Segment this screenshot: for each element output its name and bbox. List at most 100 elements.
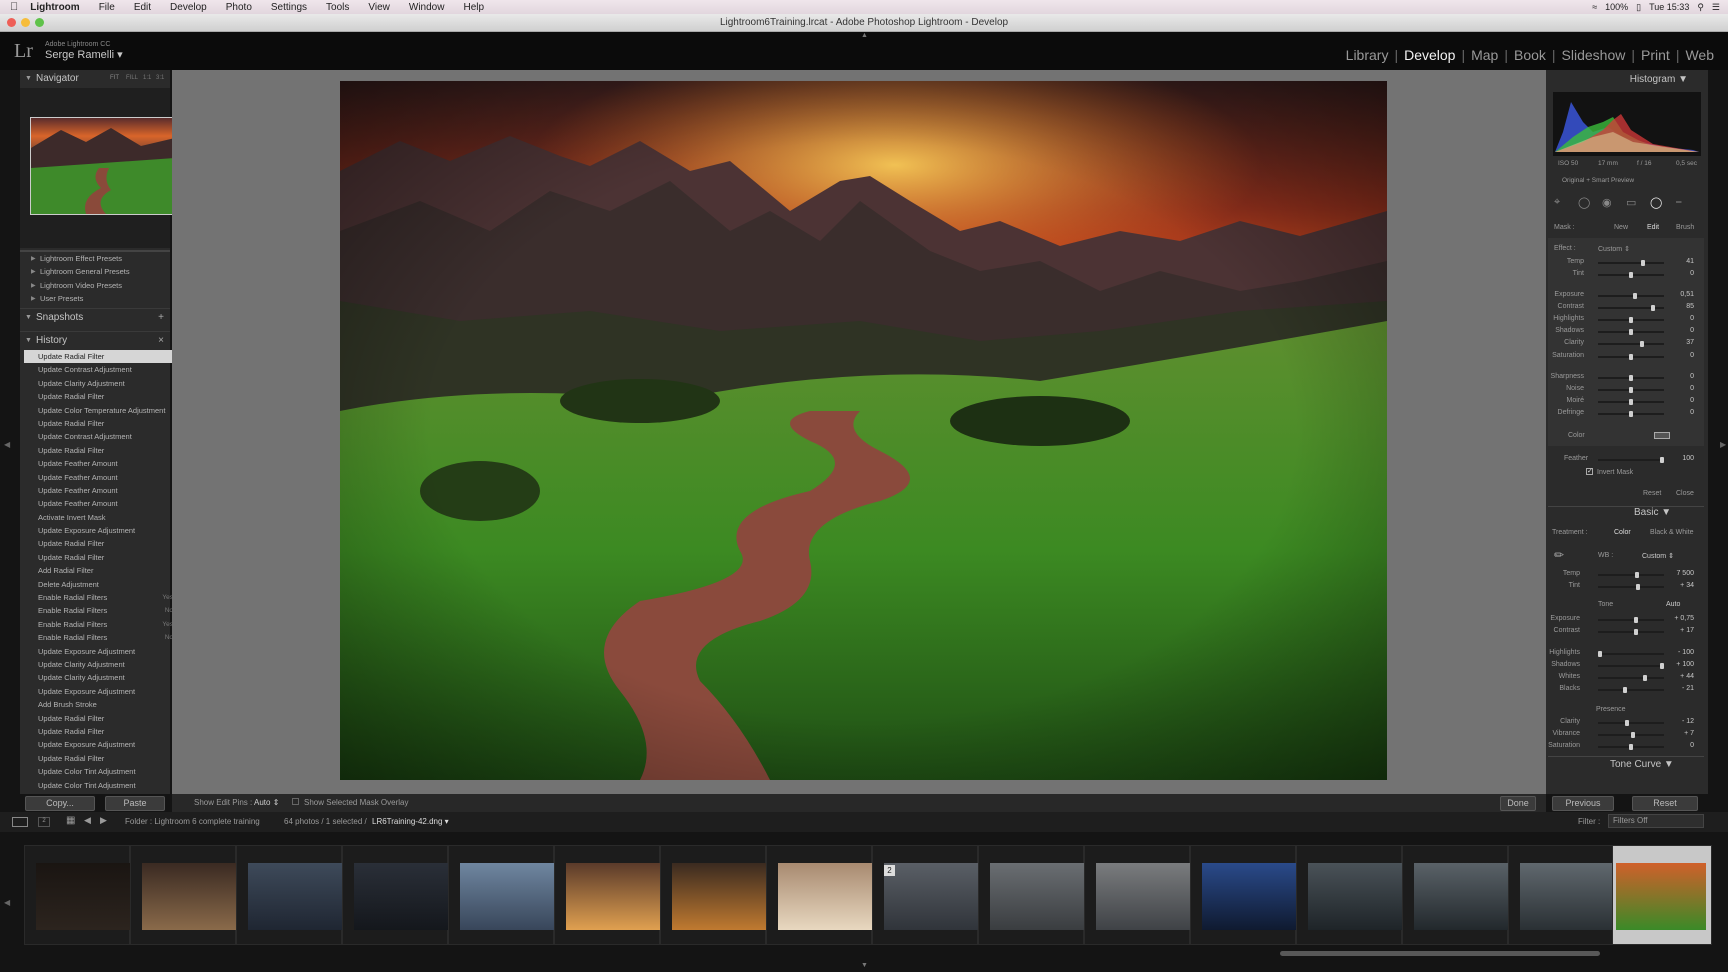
slider-value[interactable]: 0 [1654,742,1694,749]
clock[interactable]: Tue 15:33 [1649,2,1689,12]
history-item[interactable]: Enable Radial Filters Yes [24,618,181,631]
left-panel-toggle-icon[interactable]: ◀ [4,440,10,449]
treatment-bw[interactable]: Black & White [1650,529,1694,536]
filmstrip-thumbnail[interactable] [354,863,450,930]
preset-folder[interactable]: ▶ Lightroom Effect Presets [31,254,122,263]
slider-value[interactable]: + 17 [1654,627,1694,634]
history-item[interactable]: Update Exposure Adjustment [24,645,181,658]
right-panel-toggle-icon[interactable]: ▶ [1720,440,1726,449]
copy-button[interactable]: Copy... [25,796,95,811]
history-item[interactable]: Activate Invert Mask [24,511,181,524]
filmstrip-thumbnail[interactable] [142,863,238,930]
clear-history-icon[interactable]: × [158,332,164,349]
wb-eyedropper-icon[interactable]: ✏ [1554,548,1564,562]
slider-knob[interactable] [1629,744,1633,750]
filmstrip-thumbnail[interactable] [1202,863,1298,930]
tone-curve-header[interactable]: Tone Curve ▼ [1610,759,1674,770]
wifi-icon[interactable]: ≈ [1592,2,1597,12]
menu-view[interactable]: View [368,2,390,13]
filmstrip-thumbnail[interactable] [1414,863,1510,930]
slider-value[interactable]: 0 [1654,315,1694,322]
slider-value[interactable]: + 44 [1654,673,1694,680]
histogram-header[interactable]: Histogram ▼ [1630,74,1688,85]
graduated-filter-icon[interactable]: ▭ [1626,196,1636,209]
slider-knob[interactable] [1634,617,1638,623]
history-item[interactable]: Enable Radial Filters Yes [24,591,181,604]
history-item[interactable]: Update Radial Filter [24,417,181,430]
spot-removal-icon[interactable]: ◯ [1578,196,1590,209]
grid-view-icon[interactable]: ▦ [66,815,75,826]
filmstrip-thumbnail[interactable] [248,863,344,930]
user-name[interactable]: Serge Ramelli ▾ [45,48,123,61]
zoom-3-1[interactable]: 3:1 [156,70,164,87]
slider-knob[interactable] [1629,399,1633,405]
module-develop[interactable]: Develop [1398,47,1461,63]
slider-knob[interactable] [1633,293,1637,299]
done-button[interactable]: Done [1500,796,1536,811]
menu-help[interactable]: Help [463,2,484,13]
history-item[interactable]: Update Feather Amount [24,457,181,470]
history-item[interactable]: Update Clarity Adjustment [24,377,181,390]
slider-value[interactable]: 7 500 [1654,570,1694,577]
slider-knob[interactable] [1631,732,1635,738]
slider-knob[interactable] [1635,572,1639,578]
bottom-panel-toggle-icon[interactable]: ▼ [861,962,868,969]
add-snapshot-icon[interactable]: + [158,309,164,326]
history-item[interactable]: Update Feather Amount [24,471,181,484]
filmstrip-thumbnail[interactable] [884,863,980,930]
tone-auto-button[interactable]: Auto [1666,601,1680,608]
slider-knob[interactable] [1629,329,1633,335]
history-item[interactable]: Update Clarity Adjustment [24,671,181,684]
slider-knob[interactable] [1629,354,1633,360]
slider-knob[interactable] [1641,260,1645,266]
slider-knob[interactable] [1629,272,1633,278]
history-item[interactable]: Update Color Tint Adjustment [24,765,181,778]
history-item[interactable]: Update Radial Filter [24,712,181,725]
slider-value[interactable]: + 100 [1654,661,1694,668]
menu-settings[interactable]: Settings [271,2,307,13]
preset-folder[interactable]: ▶ Lightroom General Presets [31,267,130,276]
menu-window[interactable]: Window [409,2,445,13]
history-item[interactable]: Update Radial Filter [24,390,181,403]
filename-dropdown[interactable]: LR6Training-42.dng ▾ [372,817,449,826]
zoom-fit[interactable]: FIT [110,70,119,87]
slider-knob[interactable] [1636,584,1640,590]
slider-value[interactable]: - 100 [1654,649,1694,656]
preset-folder[interactable]: ▶ User Presets [31,294,83,303]
slider-value[interactable]: 41 [1654,258,1694,265]
history-item[interactable]: Update Feather Amount [24,497,181,510]
slider-knob[interactable] [1629,387,1633,393]
effect-preset-dropdown[interactable]: Custom ⇕ [1598,245,1630,253]
slider-value[interactable]: - 21 [1654,685,1694,692]
main-photo[interactable] [340,81,1387,780]
history-item[interactable]: Update Exposure Adjustment [24,524,181,537]
history-item[interactable]: Update Radial Filter [24,444,181,457]
slider-value[interactable]: 85 [1654,303,1694,310]
history-item[interactable]: Update Exposure Adjustment [24,685,181,698]
edit-pins-dropdown[interactable]: Auto ⇕ [254,798,279,807]
folder-source[interactable]: Folder : Lightroom 6 complete training [125,817,260,826]
history-item[interactable]: Update Radial Filter [24,725,181,738]
history-item[interactable]: Update Radial Filter [24,752,181,765]
mask-overlay-checkbox[interactable] [292,798,299,805]
wb-dropdown[interactable]: Custom ⇕ [1642,552,1674,560]
back-arrow-icon[interactable]: ◀ [84,815,91,826]
forward-arrow-icon[interactable]: ▶ [100,815,107,826]
crop-tool-icon[interactable]: ⌖ [1554,196,1560,209]
history-item[interactable]: Enable Radial Filters No [24,631,181,644]
module-slideshow[interactable]: Slideshow [1556,47,1632,63]
history-item[interactable]: Update Radial Filter [24,537,181,550]
radial-filter-icon[interactable]: ◯ [1650,196,1662,209]
filmstrip-thumbnail[interactable] [460,863,556,930]
snapshots-header[interactable]: ▼ Snapshots + [20,308,170,325]
slider-value[interactable]: + 7 [1654,730,1694,737]
history-item[interactable]: Update Contrast Adjustment [24,430,181,443]
invert-mask-checkbox[interactable]: ✓ [1586,468,1593,475]
module-web[interactable]: Web [1679,47,1720,63]
mask-brush[interactable]: Brush [1676,224,1694,231]
module-map[interactable]: Map [1465,47,1504,63]
history-item[interactable]: Enable Radial Filters No [24,604,181,617]
filter-dropdown[interactable]: Filters Off [1608,814,1704,828]
history-item[interactable]: Update Feather Amount [24,484,181,497]
filmstrip-thumbnail[interactable] [990,863,1086,930]
